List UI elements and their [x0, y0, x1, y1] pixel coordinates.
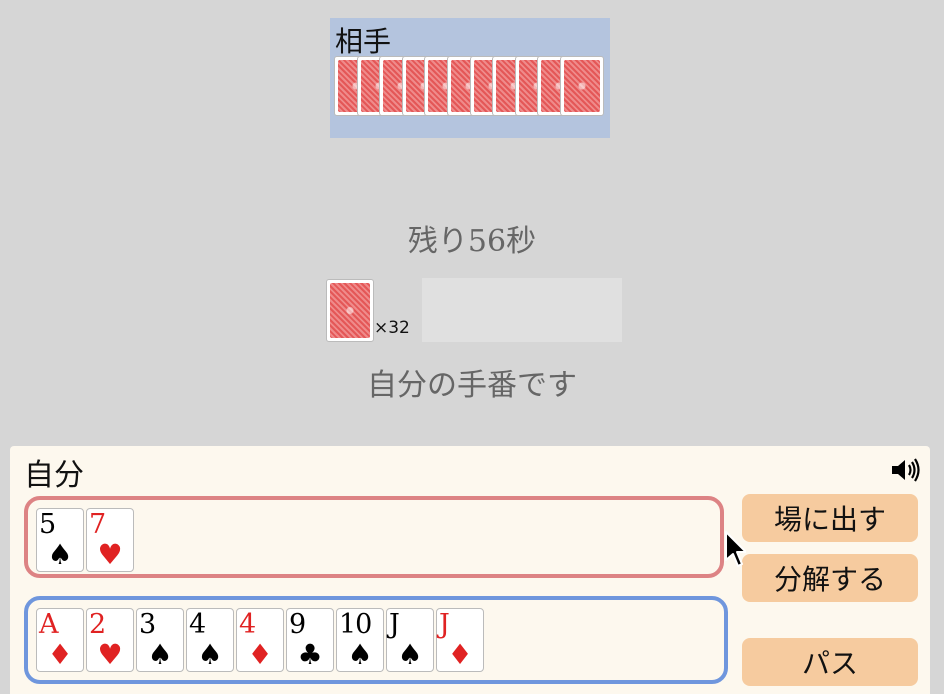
card-rank: 5	[39, 509, 56, 540]
opponent-label: 相手	[335, 25, 392, 58]
card-suit-icon: ♦	[447, 638, 473, 671]
card-rank: J	[389, 609, 400, 640]
split-button[interactable]: 分解する	[742, 554, 918, 602]
card-suit-icon: ♦	[247, 638, 273, 671]
playing-card[interactable]: J ♠	[386, 608, 434, 672]
card-suit-icon: ♥	[97, 538, 123, 571]
card-rank: J	[439, 609, 450, 640]
card-suit-icon: ♠	[397, 638, 423, 671]
selected-cards-area[interactable]: 5 ♠ 7 ♥	[24, 496, 724, 578]
card-rank: 4	[189, 609, 206, 640]
playing-card[interactable]: 7 ♥	[86, 508, 134, 572]
playing-card[interactable]: 4 ♦	[236, 608, 284, 672]
card-suit-icon: ♥	[97, 638, 123, 671]
speaker-icon[interactable]	[890, 456, 922, 484]
field-slot	[422, 278, 622, 342]
card-rank: 9	[289, 609, 306, 640]
card-suit-icon: ♦	[47, 638, 73, 671]
mouse-cursor-icon	[725, 531, 746, 567]
opponent-area: 相手	[330, 18, 610, 138]
card-rank: 2	[89, 609, 106, 640]
playing-card[interactable]: 4 ♠	[186, 608, 234, 672]
card-suit-icon: ♠	[197, 638, 223, 671]
playing-card[interactable]: A ♦	[36, 608, 84, 672]
card-suit-icon: ♠	[147, 638, 173, 671]
turn-message: 自分の手番です	[367, 368, 577, 403]
card-back-pattern	[330, 283, 370, 338]
opponent-card-back	[560, 56, 604, 116]
playing-card[interactable]: 2 ♥	[86, 608, 134, 672]
play-button[interactable]: 場に出す	[742, 494, 918, 542]
playing-card[interactable]: 3 ♠	[136, 608, 184, 672]
player-panel: 自分 5 ♠ 7 ♥ A ♦ 2 ♥ 3 ♠ 4 ♠ 4 ♦ 9 ♣ 10 ♠ J ♠ J ♦ 場に出す 分解する パス	[10, 446, 930, 694]
card-rank: 3	[139, 609, 156, 640]
playing-card[interactable]: J ♦	[436, 608, 484, 672]
player-label: 自分	[24, 458, 84, 493]
pass-button[interactable]: パス	[742, 638, 918, 686]
deck-count: ×32	[374, 318, 410, 338]
playing-card[interactable]: 5 ♠	[36, 508, 84, 572]
timer-text: 残り56秒	[407, 224, 537, 259]
draw-pile[interactable]	[326, 279, 374, 342]
card-suit-icon: ♣	[297, 638, 323, 671]
playing-card[interactable]: 9 ♣	[286, 608, 334, 672]
card-rank: 7	[89, 509, 106, 540]
card-suit-icon: ♠	[47, 538, 73, 571]
hand-area: A ♦ 2 ♥ 3 ♠ 4 ♠ 4 ♦ 9 ♣ 10 ♠ J ♠ J ♦	[24, 596, 728, 684]
card-rank: 4	[239, 609, 256, 640]
card-suit-icon: ♠	[347, 638, 373, 671]
playing-card[interactable]: 10 ♠	[336, 608, 384, 672]
card-rank: A	[39, 609, 58, 640]
card-rank: 10	[339, 609, 372, 640]
